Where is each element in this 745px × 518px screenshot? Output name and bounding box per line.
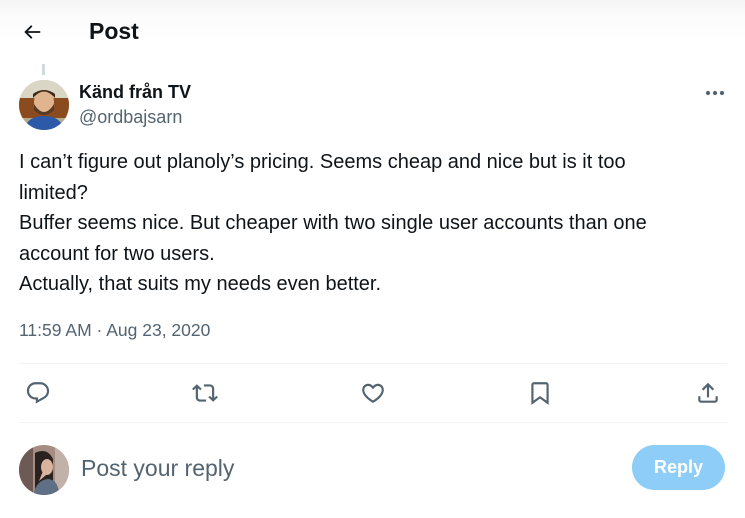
tweet-actions-bar [0, 364, 745, 422]
reply-submit-button[interactable]: Reply [632, 445, 725, 490]
more-horizontal-icon [705, 90, 725, 96]
divider [19, 422, 727, 423]
back-button[interactable] [16, 16, 48, 48]
tweet-text-line: Actually, that suits my needs even bette… [19, 273, 382, 295]
repost-icon [192, 384, 218, 402]
heart-icon [362, 383, 384, 403]
reply-bubble-icon [26, 382, 50, 404]
bookmark-icon [531, 382, 549, 405]
share-button[interactable] [693, 378, 723, 408]
author-avatar[interactable] [19, 80, 69, 130]
share-icon [698, 382, 718, 403]
author-handle[interactable]: @ordbajsarn [79, 106, 182, 128]
top-header: Post [0, 0, 745, 62]
reply-button[interactable] [23, 378, 53, 408]
reply-input[interactable] [81, 450, 601, 486]
arrow-left-icon [24, 25, 41, 39]
current-user-avatar[interactable] [19, 445, 69, 495]
more-options-button[interactable] [700, 82, 730, 104]
bookmark-button[interactable] [525, 378, 555, 408]
tweet-text-line: account for two users. [19, 242, 215, 265]
author-display-name[interactable]: Känd från TV [79, 81, 191, 103]
tweet-text: I can’t figure out planoly’s pricing. Se… [19, 147, 729, 300]
tweet-timestamp[interactable]: 11:59 AM · Aug 23, 2020 [19, 319, 210, 341]
thread-connector-line [42, 64, 45, 75]
repost-button[interactable] [190, 378, 220, 408]
page-title: Post [89, 18, 139, 44]
tweet-text-line: I can’t figure out planoly’s pricing. Se… [19, 151, 626, 173]
like-button[interactable] [358, 378, 388, 408]
tweet-text-line: limited? [19, 181, 88, 204]
tweet-text-line: Buffer seems nice. But cheaper with two … [19, 212, 647, 234]
